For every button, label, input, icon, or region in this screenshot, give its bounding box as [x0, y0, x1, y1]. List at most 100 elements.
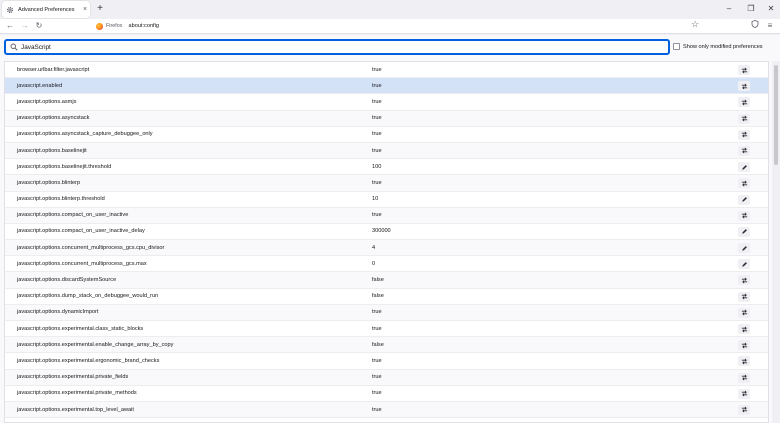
- pref-name: javascript.options.blinterp.threshold: [17, 196, 105, 203]
- pref-row[interactable]: javascript.options.experimental.enable_c…: [5, 337, 768, 354]
- url-text[interactable]: about:config: [128, 23, 158, 29]
- toggle-button[interactable]: [738, 388, 750, 399]
- url-brand: Firefox: [106, 23, 123, 29]
- toggle-icon: [741, 67, 748, 74]
- pref-value: true: [372, 406, 382, 413]
- edit-button[interactable]: [738, 162, 750, 173]
- toggle-icon: [741, 147, 748, 154]
- pref-row[interactable]: javascript.options.asyncstack_capture_de…: [5, 127, 768, 143]
- pref-value: true: [372, 82, 382, 89]
- edit-icon: [741, 164, 748, 171]
- pref-row[interactable]: javascript.options.concurrent_multiproce…: [5, 240, 768, 257]
- toggle-button[interactable]: [738, 275, 750, 286]
- pref-row[interactable]: javascript.options.blinterp true: [5, 175, 768, 192]
- pref-row[interactable]: javascript.options.asmjs true: [5, 94, 768, 111]
- toggle-button[interactable]: [738, 65, 750, 75]
- toggle-button[interactable]: [738, 129, 750, 140]
- pref-row[interactable]: javascript.options.experimental.top_leve…: [5, 401, 768, 419]
- toggle-button[interactable]: [738, 178, 750, 189]
- pref-name: browser.urlbar.filter.javascript: [17, 66, 90, 73]
- pref-value: 10: [372, 196, 379, 203]
- new-tab-button[interactable]: +: [94, 2, 106, 16]
- show-modified-checkbox[interactable]: [673, 43, 680, 50]
- toggle-button[interactable]: [738, 97, 750, 108]
- toggle-button[interactable]: [738, 307, 750, 318]
- pref-row[interactable]: javascript.options.dump_stack_on_debugge…: [5, 289, 768, 305]
- toggle-button[interactable]: [738, 113, 750, 124]
- search-box[interactable]: [4, 39, 670, 55]
- pref-value: 100: [372, 163, 382, 170]
- pref-row[interactable]: javascript.options.experimental.class_st…: [5, 321, 768, 338]
- toggle-icon: [741, 342, 748, 349]
- pref-name: javascript.options.experimental.private_…: [17, 374, 129, 381]
- url-bar[interactable]: Firefox about:config: [96, 20, 696, 32]
- toggle-button[interactable]: [738, 210, 750, 221]
- shield-icon[interactable]: [749, 20, 761, 32]
- pref-value: true: [372, 212, 382, 219]
- pref-name: javascript.options.experimental.ergonomi…: [17, 357, 160, 364]
- show-modified-toggle[interactable]: Show only modified preferences: [673, 43, 763, 50]
- pref-row[interactable]: javascript.options.compact_on_user_inact…: [5, 207, 768, 224]
- toggle-icon: [741, 131, 748, 138]
- search-input[interactable]: [21, 43, 621, 51]
- scrollbar-thumb[interactable]: [774, 65, 778, 165]
- pref-row[interactable]: javascript.options.asyncstack true: [5, 110, 768, 127]
- pref-value: false: [372, 293, 384, 300]
- pref-row[interactable]: browser.urlbar.filter.javascript true: [5, 62, 768, 79]
- toggle-icon: [741, 406, 748, 413]
- pref-row[interactable]: javascript.options.concurrent_multiproce…: [5, 256, 768, 273]
- edit-button[interactable]: [738, 243, 750, 254]
- preferences-table: browser.urlbar.filter.javascript true java…: [4, 61, 769, 423]
- toggle-button[interactable]: [738, 145, 750, 156]
- pref-value: false: [372, 341, 384, 348]
- pref-value: true: [372, 357, 382, 364]
- pref-row[interactable]: javascript.options.compact_on_user_inact…: [5, 224, 768, 241]
- tab-close-icon[interactable]: ×: [80, 6, 90, 13]
- pref-row[interactable]: javascript.options.experimental.private_…: [5, 369, 768, 386]
- pref-name: javascript.options.concurrent_multiproce…: [17, 260, 147, 267]
- pref-name: javascript.options.discardSystemSource: [17, 277, 117, 284]
- pref-name: javascript.options.experimental.private_…: [17, 390, 137, 397]
- forward-button[interactable]: →: [19, 20, 31, 32]
- pref-row[interactable]: javascript.options.discardSystemSource fa…: [5, 272, 768, 289]
- toggle-button[interactable]: [738, 324, 750, 334]
- bookmark-star-icon[interactable]: ☆: [689, 19, 701, 30]
- window-close-button[interactable]: ✕: [764, 3, 778, 15]
- pref-row[interactable]: javascript.enabled true: [5, 78, 768, 95]
- toggle-icon: [741, 180, 748, 187]
- edit-button[interactable]: [738, 259, 750, 270]
- toggle-button[interactable]: [738, 291, 750, 302]
- back-button[interactable]: ←: [4, 20, 16, 32]
- toggle-button[interactable]: [738, 404, 750, 415]
- edit-button[interactable]: [738, 194, 750, 205]
- toggle-icon: [741, 212, 748, 219]
- pref-row[interactable]: javascript.options.baselinejit.threshold…: [5, 159, 768, 176]
- pref-value: 300000: [372, 228, 391, 235]
- scrollbar[interactable]: [772, 61, 780, 423]
- pref-row[interactable]: javascript.options.dynamicImport true: [5, 304, 768, 321]
- toggle-button[interactable]: [738, 372, 750, 383]
- pref-value: true: [372, 131, 382, 138]
- toggle-button[interactable]: [738, 340, 750, 351]
- minimize-button[interactable]: –: [722, 3, 736, 15]
- pref-row[interactable]: javascript.options.blinterp.threshold 10: [5, 192, 768, 208]
- edit-icon: [741, 196, 748, 203]
- pref-row[interactable]: javascript.options.baselinejit true: [5, 142, 768, 160]
- pref-row[interactable]: javascript.options.experimental.ergonomi…: [5, 353, 768, 370]
- pref-value: true: [372, 147, 382, 154]
- menu-button[interactable]: ≡: [764, 20, 776, 32]
- reload-button[interactable]: ↻: [33, 20, 45, 32]
- pref-name: javascript.options.concurrent_multiproce…: [17, 244, 165, 251]
- toggle-icon: [741, 293, 748, 300]
- toggle-button[interactable]: [738, 356, 750, 367]
- show-modified-label: Show only modified preferences: [683, 43, 763, 50]
- toggle-button[interactable]: [738, 81, 750, 92]
- edit-icon: [741, 228, 748, 235]
- toggle-icon: [741, 99, 748, 106]
- pref-row[interactable]: javascript.options.experimental.private_…: [5, 386, 768, 402]
- maximize-button[interactable]: ❐: [744, 3, 758, 15]
- toggle-icon: [741, 374, 748, 381]
- pref-value: true: [372, 98, 382, 105]
- tab-advanced-preferences[interactable]: Advanced Preferences ×: [2, 1, 90, 18]
- edit-button[interactable]: [738, 226, 750, 237]
